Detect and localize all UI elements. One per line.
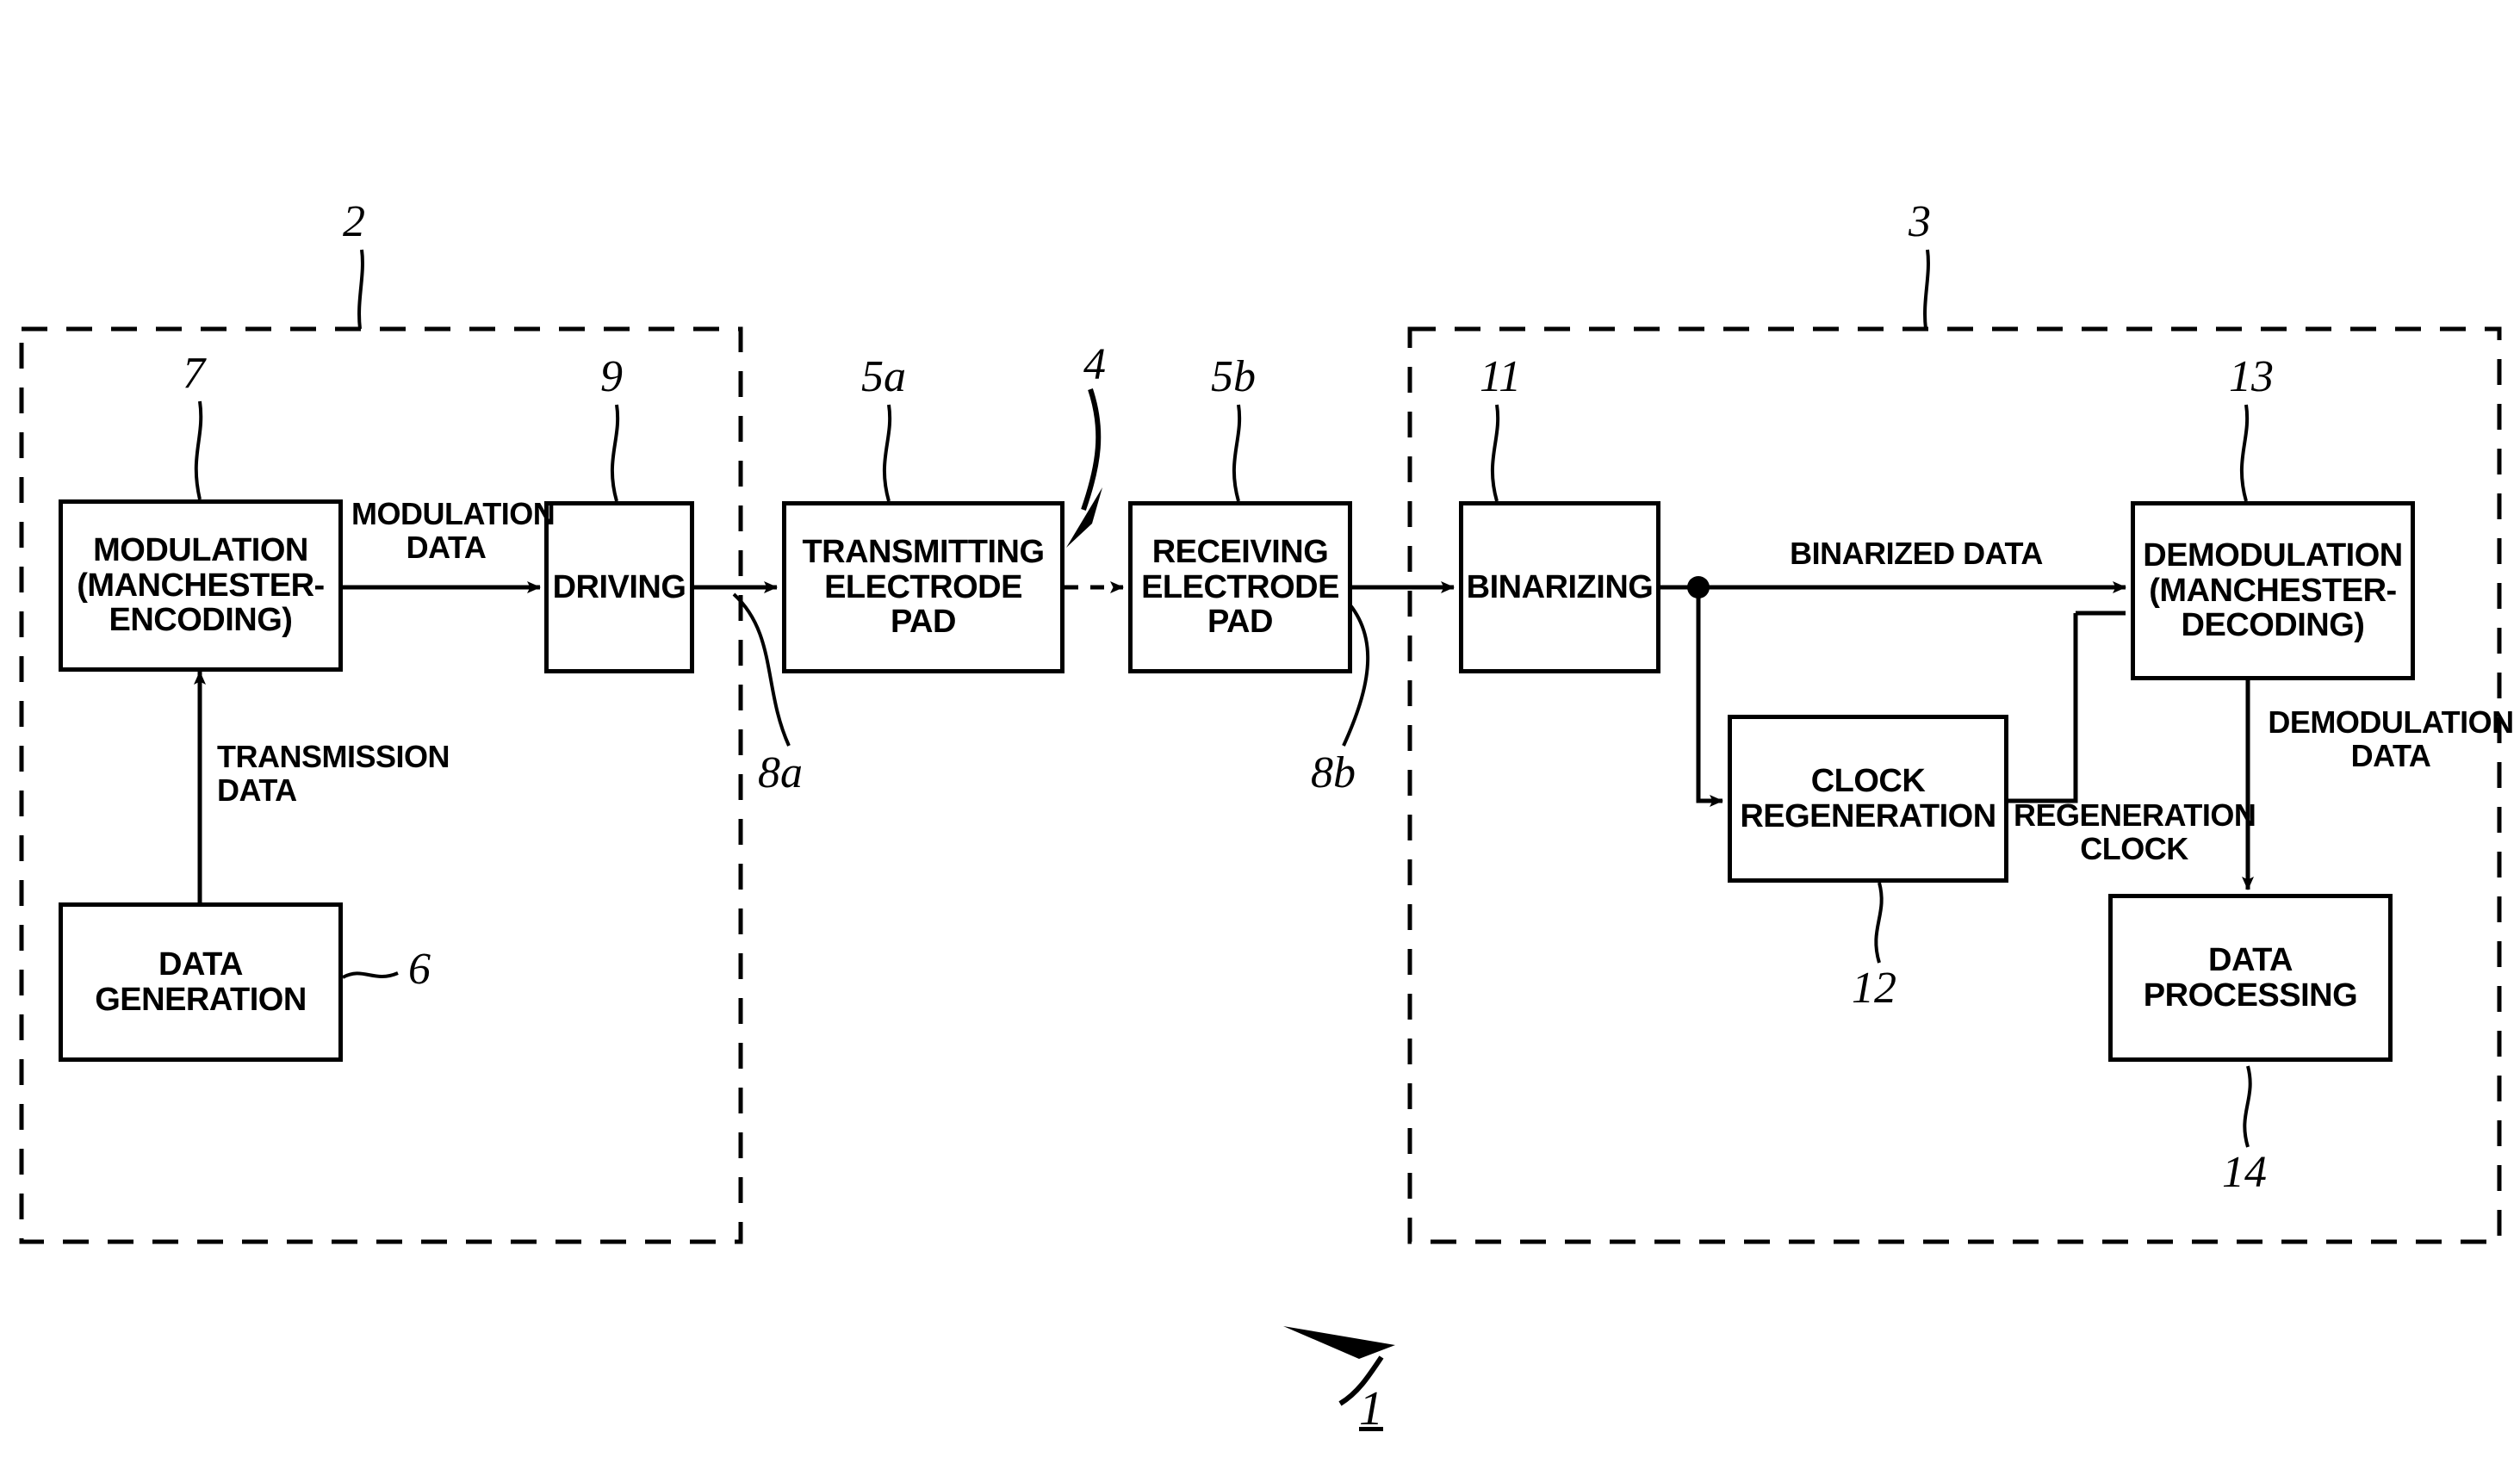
block-clock-regeneration[interactable]: CLOCK REGENERATION — [1728, 715, 2008, 883]
block-clock-regeneration-label: CLOCK REGENERATION — [1740, 762, 1996, 834]
leader-ref-11 — [1490, 404, 1500, 502]
block-data-generation[interactable]: DATA GENERATION — [59, 902, 343, 1062]
ref-4: 4 — [1083, 340, 1106, 389]
block-data-processing-label: DATA PROCESSING — [2143, 941, 2358, 1014]
ref-13: 13 — [2229, 352, 2274, 401]
block-binarizing-label: BINARIZING — [1466, 568, 1654, 605]
label-regeneration-clock: REGENERATION CLOCK — [2014, 797, 2256, 866]
ref-5b: 5b — [1211, 352, 1256, 401]
label-modulation-data: MODULATION DATA — [351, 496, 556, 565]
leader-ref-9 — [610, 404, 620, 502]
leader-ref-5b — [1232, 404, 1242, 502]
ref-6: 6 — [408, 945, 431, 994]
ref-1: 1 — [1359, 1382, 1383, 1435]
ref-8b: 8b — [1311, 748, 1356, 797]
block-transmitting-electrode-pad-label: TRANSMITTING ELECTRODE PAD — [802, 534, 1045, 641]
block-receiving-electrode-pad-label: RECEIVING ELECTRODE PAD — [1141, 534, 1339, 641]
ref-7: 7 — [183, 349, 205, 398]
label-binarized-data: BINARIZED DATA — [1790, 536, 2043, 571]
leader-ref-7 — [194, 400, 203, 500]
leader-ref-12 — [1874, 882, 1884, 964]
label-transmission-data: TRANSMISSION DATA — [217, 739, 450, 808]
leader-ref-13 — [2239, 404, 2250, 502]
block-demodulation-label: DEMODULATION (MANCHESTER- DECODING) — [2143, 537, 2403, 644]
coupling-arrow-4 — [1066, 487, 1102, 548]
leader-ref-6 — [342, 971, 399, 979]
block-receiving-electrode-pad[interactable]: RECEIVING ELECTRODE PAD — [1128, 501, 1352, 673]
leader-ref-5a — [882, 404, 892, 502]
block-modulation-label: MODULATION (MANCHESTER- ENCODING) — [77, 532, 325, 639]
leader-ref-3 — [1923, 249, 1930, 330]
wire-to-clock-regeneration — [1696, 587, 1723, 807]
ref-5a: 5a — [861, 352, 906, 401]
label-demodulation-data: DEMODULATION DATA — [2268, 704, 2514, 773]
block-transmitting-electrode-pad[interactable]: TRANSMITTING ELECTRODE PAD — [782, 501, 1064, 673]
ref-3: 3 — [1909, 197, 1931, 246]
block-driving-label: DRIVING — [552, 568, 686, 605]
ref-12: 12 — [1852, 964, 1896, 1013]
block-binarizing[interactable]: BINARIZING — [1459, 501, 1660, 673]
ref-14: 14 — [2222, 1148, 2267, 1197]
block-data-generation-label: DATA GENERATION — [95, 946, 307, 1018]
figure-canvas: MODULATION (MANCHESTER- ENCODING) DATA G… — [0, 0, 2520, 1482]
ref-9: 9 — [600, 352, 623, 401]
ref-8a: 8a — [758, 748, 803, 797]
system-arrow-1 — [1283, 1326, 1395, 1359]
block-driving[interactable]: DRIVING — [544, 501, 694, 673]
ref-11: 11 — [1480, 352, 1522, 401]
leader-ref-14 — [2243, 1065, 2252, 1148]
block-modulation[interactable]: MODULATION (MANCHESTER- ENCODING) — [59, 499, 343, 672]
block-data-processing[interactable]: DATA PROCESSING — [2108, 894, 2393, 1062]
wire-regeneration-clock — [2008, 613, 2078, 803]
ref-2: 2 — [343, 197, 365, 246]
leader-ref-2 — [357, 249, 364, 330]
block-demodulation[interactable]: DEMODULATION (MANCHESTER- DECODING) — [2131, 501, 2415, 680]
